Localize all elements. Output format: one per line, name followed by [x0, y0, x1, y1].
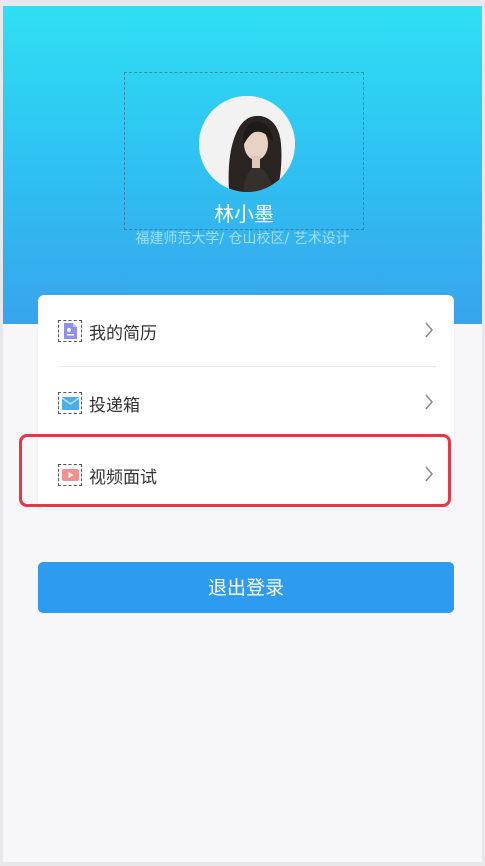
avatar-photo [199, 96, 295, 192]
chevron-right-icon [424, 393, 434, 415]
menu-item-label: 我的简历 [89, 324, 157, 344]
logout-button[interactable]: 退出登录 [38, 562, 454, 613]
resume-icon [58, 320, 82, 342]
mailbox-icon [58, 392, 82, 414]
menu-item-mailbox[interactable]: 投递箱 [38, 367, 454, 437]
profile-block[interactable]: 林小墨 [124, 72, 364, 230]
school-info: 福建师范大学/ 仓山校区/ 艺术设计 [135, 231, 350, 247]
phone-screen: 林小墨 福建师范大学/ 仓山校区/ 艺术设计 我的简历 投递箱 视频面试 退出登… [3, 6, 482, 862]
chevron-right-icon [424, 321, 434, 343]
menu-item-label: 投递箱 [89, 396, 140, 416]
user-name: 林小墨 [214, 202, 274, 226]
video-interview-highlight [19, 434, 451, 507]
avatar[interactable] [199, 96, 295, 192]
menu-item-resume[interactable]: 我的简历 [38, 295, 454, 365]
